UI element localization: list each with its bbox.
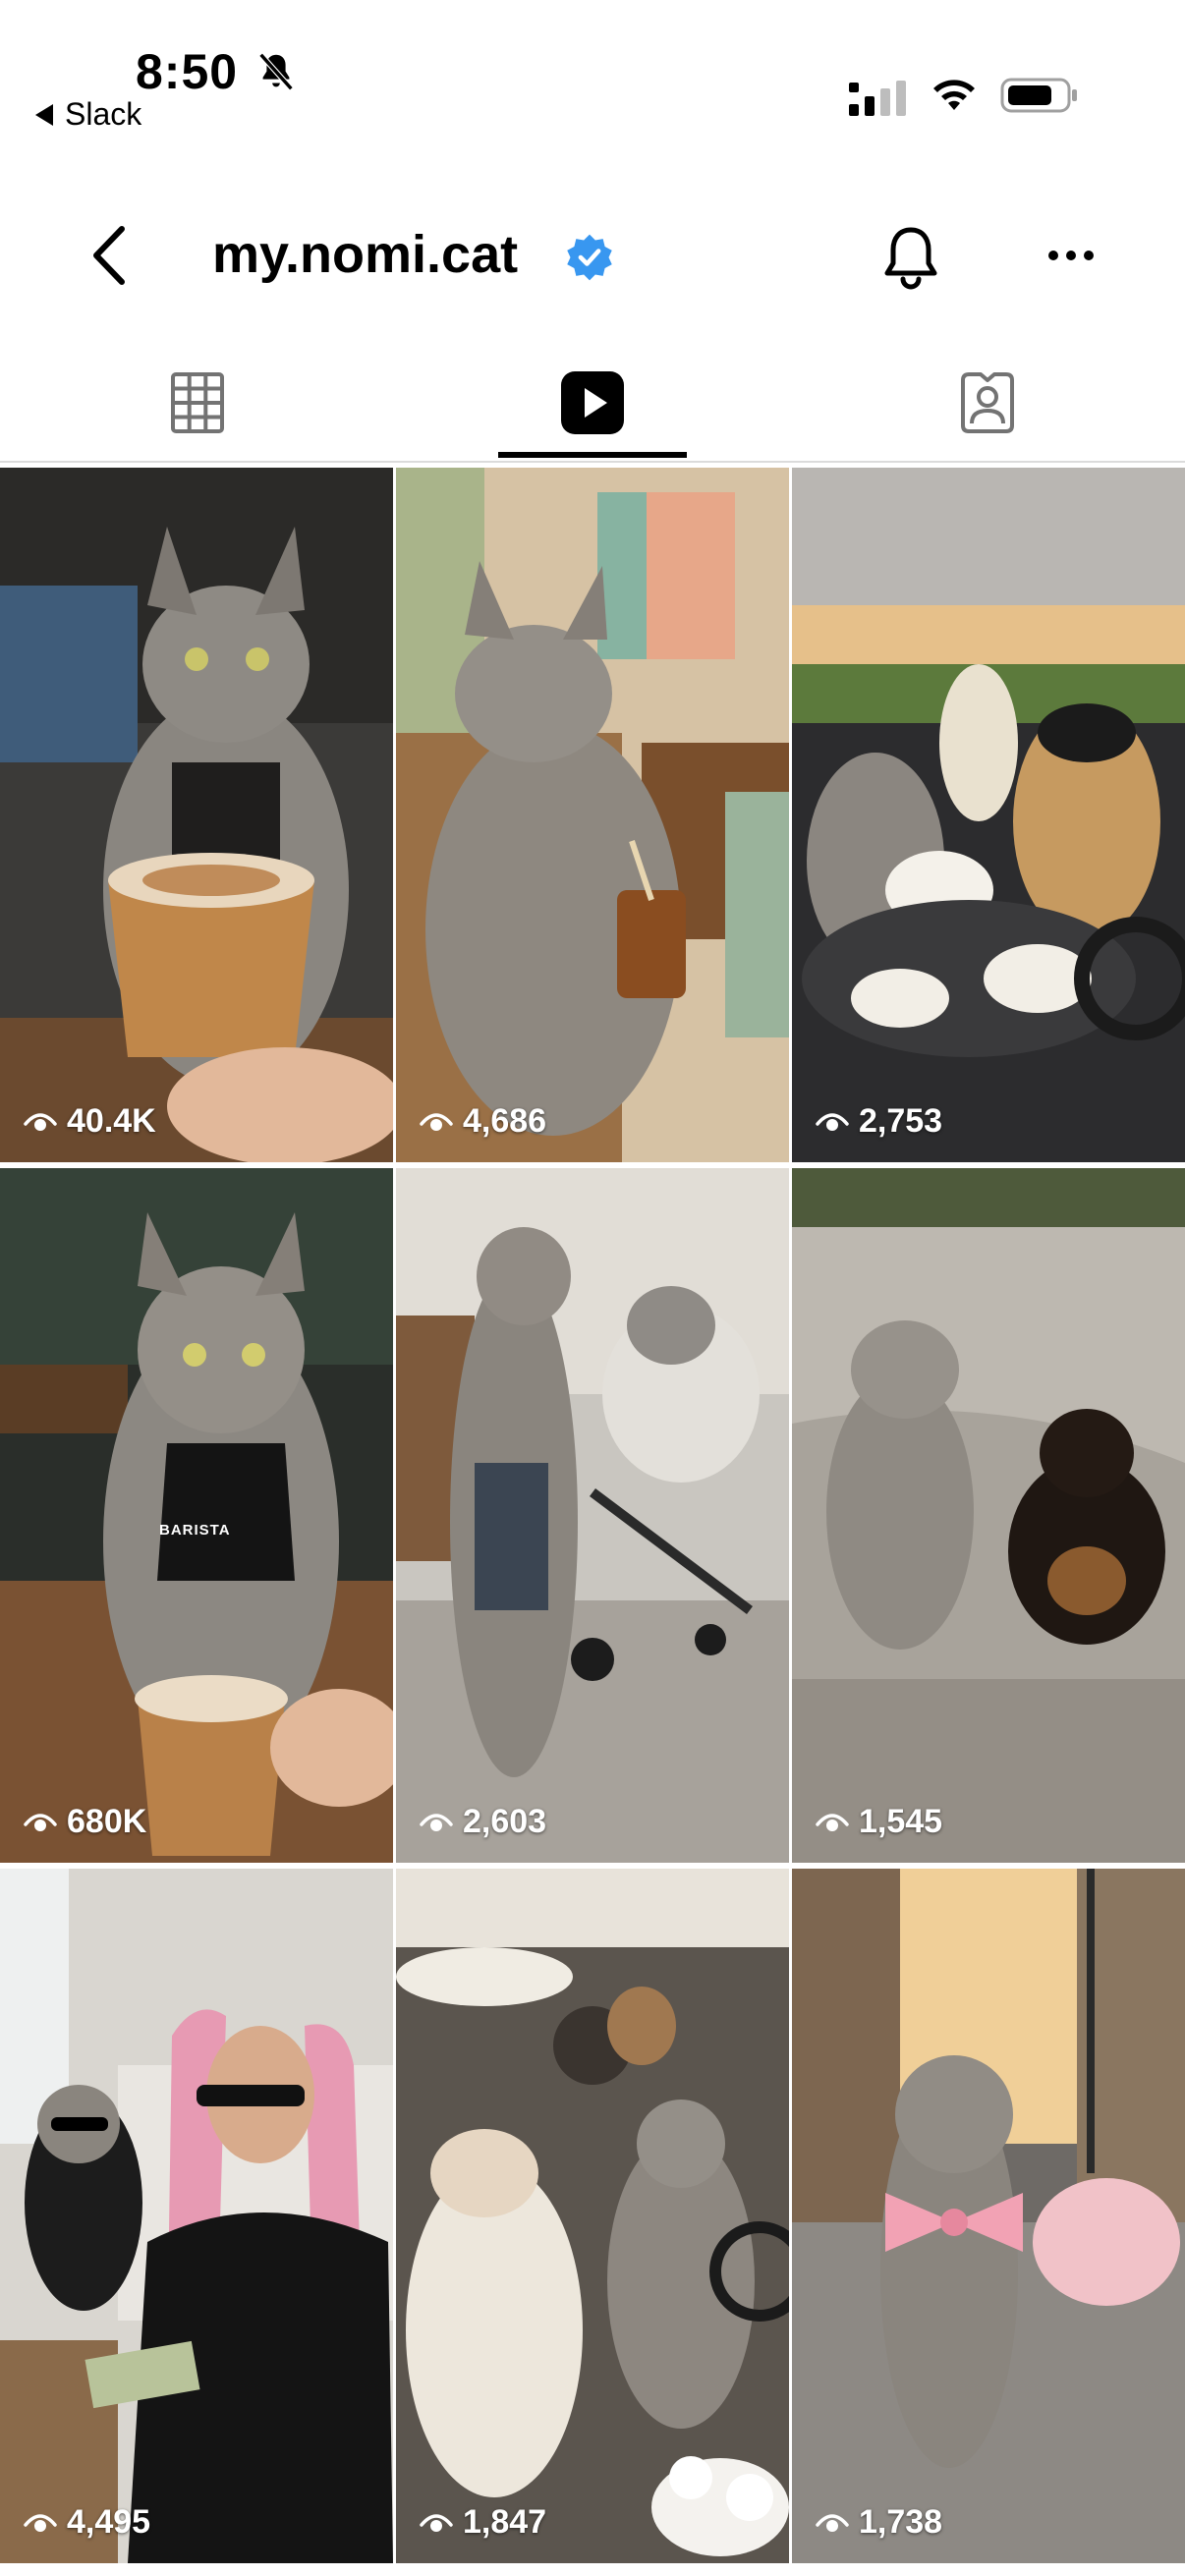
- view-count-label: 2,603: [463, 1803, 547, 1840]
- reel-thumbnail[interactable]: 1,847: [396, 1869, 789, 2563]
- view-count-label: 40.4K: [67, 1102, 156, 1140]
- reel-image: [396, 1168, 789, 1863]
- reel-image: [0, 1869, 393, 2563]
- reel-image: [0, 468, 393, 1162]
- profile-username[interactable]: my.nomi.cat: [212, 224, 518, 285]
- reel-thumbnail[interactable]: 4,686: [396, 468, 789, 1162]
- tagged-icon: [961, 372, 1014, 433]
- wifi-icon: [933, 80, 975, 110]
- eye-icon: [816, 1813, 849, 1831]
- eye-icon: [816, 1112, 849, 1131]
- reel-image: [792, 468, 1185, 1162]
- view-count: 1,738: [816, 2503, 942, 2542]
- back-app-label: Slack: [65, 96, 142, 132]
- grid-icon: [171, 372, 224, 433]
- eye-icon: [420, 1112, 453, 1131]
- reel-image: [396, 1869, 789, 2563]
- back-chevron-icon[interactable]: [86, 221, 132, 290]
- profile-tabs: [0, 344, 1185, 462]
- tab-divider: [0, 461, 1185, 463]
- reel-thumbnail[interactable]: BARISTA 680K: [0, 1168, 393, 1863]
- view-count: 2,753: [816, 1102, 942, 1141]
- view-count: 1,545: [816, 1803, 942, 1841]
- reel-thumbnail[interactable]: 2,753: [792, 468, 1185, 1162]
- view-count-label: 680K: [67, 1803, 147, 1840]
- reels-icon: [561, 371, 624, 434]
- view-count-label: 1,738: [859, 2503, 943, 2541]
- reel-thumbnail[interactable]: 4,495: [0, 1869, 393, 2563]
- view-count-label: 4,495: [67, 2503, 151, 2541]
- reel-thumbnail[interactable]: 1,738: [792, 1869, 1185, 2563]
- view-count-label: 1,847: [463, 2503, 547, 2541]
- view-count-label: 1,545: [859, 1803, 943, 1840]
- status-time: 8:50: [136, 44, 239, 99]
- reel-image: [792, 1168, 1185, 1863]
- reel-image: [0, 1168, 393, 1863]
- battery-icon: [1000, 78, 1077, 113]
- view-count: 2,603: [420, 1803, 546, 1841]
- view-count-label: 4,686: [463, 1102, 547, 1140]
- back-to-app-link[interactable]: Slack: [35, 96, 141, 133]
- view-count: 4,495: [24, 2503, 150, 2542]
- reels-grid: 40.4K 4,686 2,753 BARISTA 680K 2,603 1,5…: [0, 468, 1185, 2576]
- tab-reels[interactable]: [395, 344, 790, 462]
- back-triangle-icon: [35, 103, 53, 126]
- reel-thumbnail[interactable]: 1,545: [792, 1168, 1185, 1863]
- more-options-icon[interactable]: [1045, 236, 1097, 275]
- reel-image: [792, 1869, 1185, 2563]
- notification-bell-icon[interactable]: [879, 222, 942, 291]
- apron-text: BARISTA: [159, 1522, 231, 1539]
- reel-thumbnail[interactable]: 40.4K: [0, 468, 393, 1162]
- active-tab-indicator: [498, 452, 687, 458]
- eye-icon: [24, 1813, 57, 1831]
- view-count: 1,847: [420, 2503, 546, 2542]
- bell-off-icon: [258, 52, 294, 91]
- cellular-signal-icon: [849, 81, 906, 116]
- eye-icon: [420, 2513, 453, 2532]
- eye-icon: [816, 2513, 849, 2532]
- verified-badge-icon: [567, 234, 612, 281]
- reel-thumbnail[interactable]: 2,603: [396, 1168, 789, 1863]
- status-bar: 8:50 Slack: [0, 0, 1185, 147]
- reel-image: [396, 468, 789, 1162]
- view-count: 4,686: [420, 1102, 546, 1141]
- view-count-label: 2,753: [859, 1102, 943, 1140]
- eye-icon: [420, 1813, 453, 1831]
- view-count: 40.4K: [24, 1102, 156, 1141]
- tab-tagged[interactable]: [790, 344, 1185, 462]
- tab-posts-grid[interactable]: [0, 344, 395, 462]
- view-count: 680K: [24, 1803, 146, 1841]
- eye-icon: [24, 1112, 57, 1131]
- eye-icon: [24, 2513, 57, 2532]
